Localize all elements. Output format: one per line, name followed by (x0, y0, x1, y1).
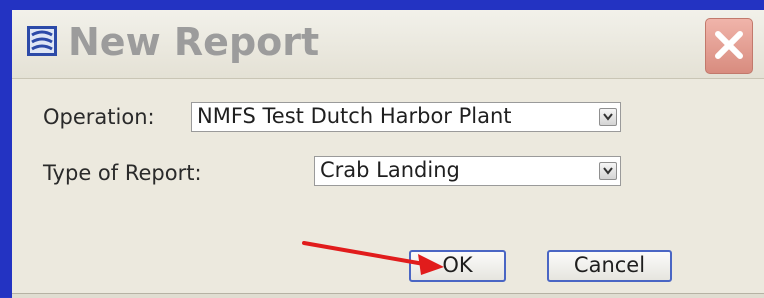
report-type-select-value: Crab Landing (320, 158, 460, 182)
report-type-select[interactable]: Crab Landing (314, 156, 621, 186)
operation-select-value: NMFS Test Dutch Harbor Plant (197, 104, 512, 128)
report-type-dropdown-button[interactable] (599, 162, 617, 180)
close-button[interactable] (705, 18, 753, 74)
title-bar: New Report (12, 10, 764, 79)
red-arrow-icon (302, 241, 444, 275)
dialog-bottom-edge (12, 293, 764, 298)
operation-select[interactable]: NMFS Test Dutch Harbor Plant (191, 102, 621, 132)
dialog-title: New Report (68, 20, 320, 64)
close-icon (715, 31, 743, 59)
operation-dropdown-button[interactable] (599, 108, 617, 126)
operation-label: Operation: (43, 105, 155, 129)
new-report-dialog: New Report Operation: NMFS Test Dutch Ha… (12, 10, 764, 298)
report-type-label: Type of Report: (43, 161, 202, 185)
chevron-down-icon (603, 167, 613, 175)
chevron-down-icon (603, 113, 613, 121)
report-app-icon (25, 24, 59, 58)
cancel-button[interactable]: Cancel (547, 250, 672, 282)
